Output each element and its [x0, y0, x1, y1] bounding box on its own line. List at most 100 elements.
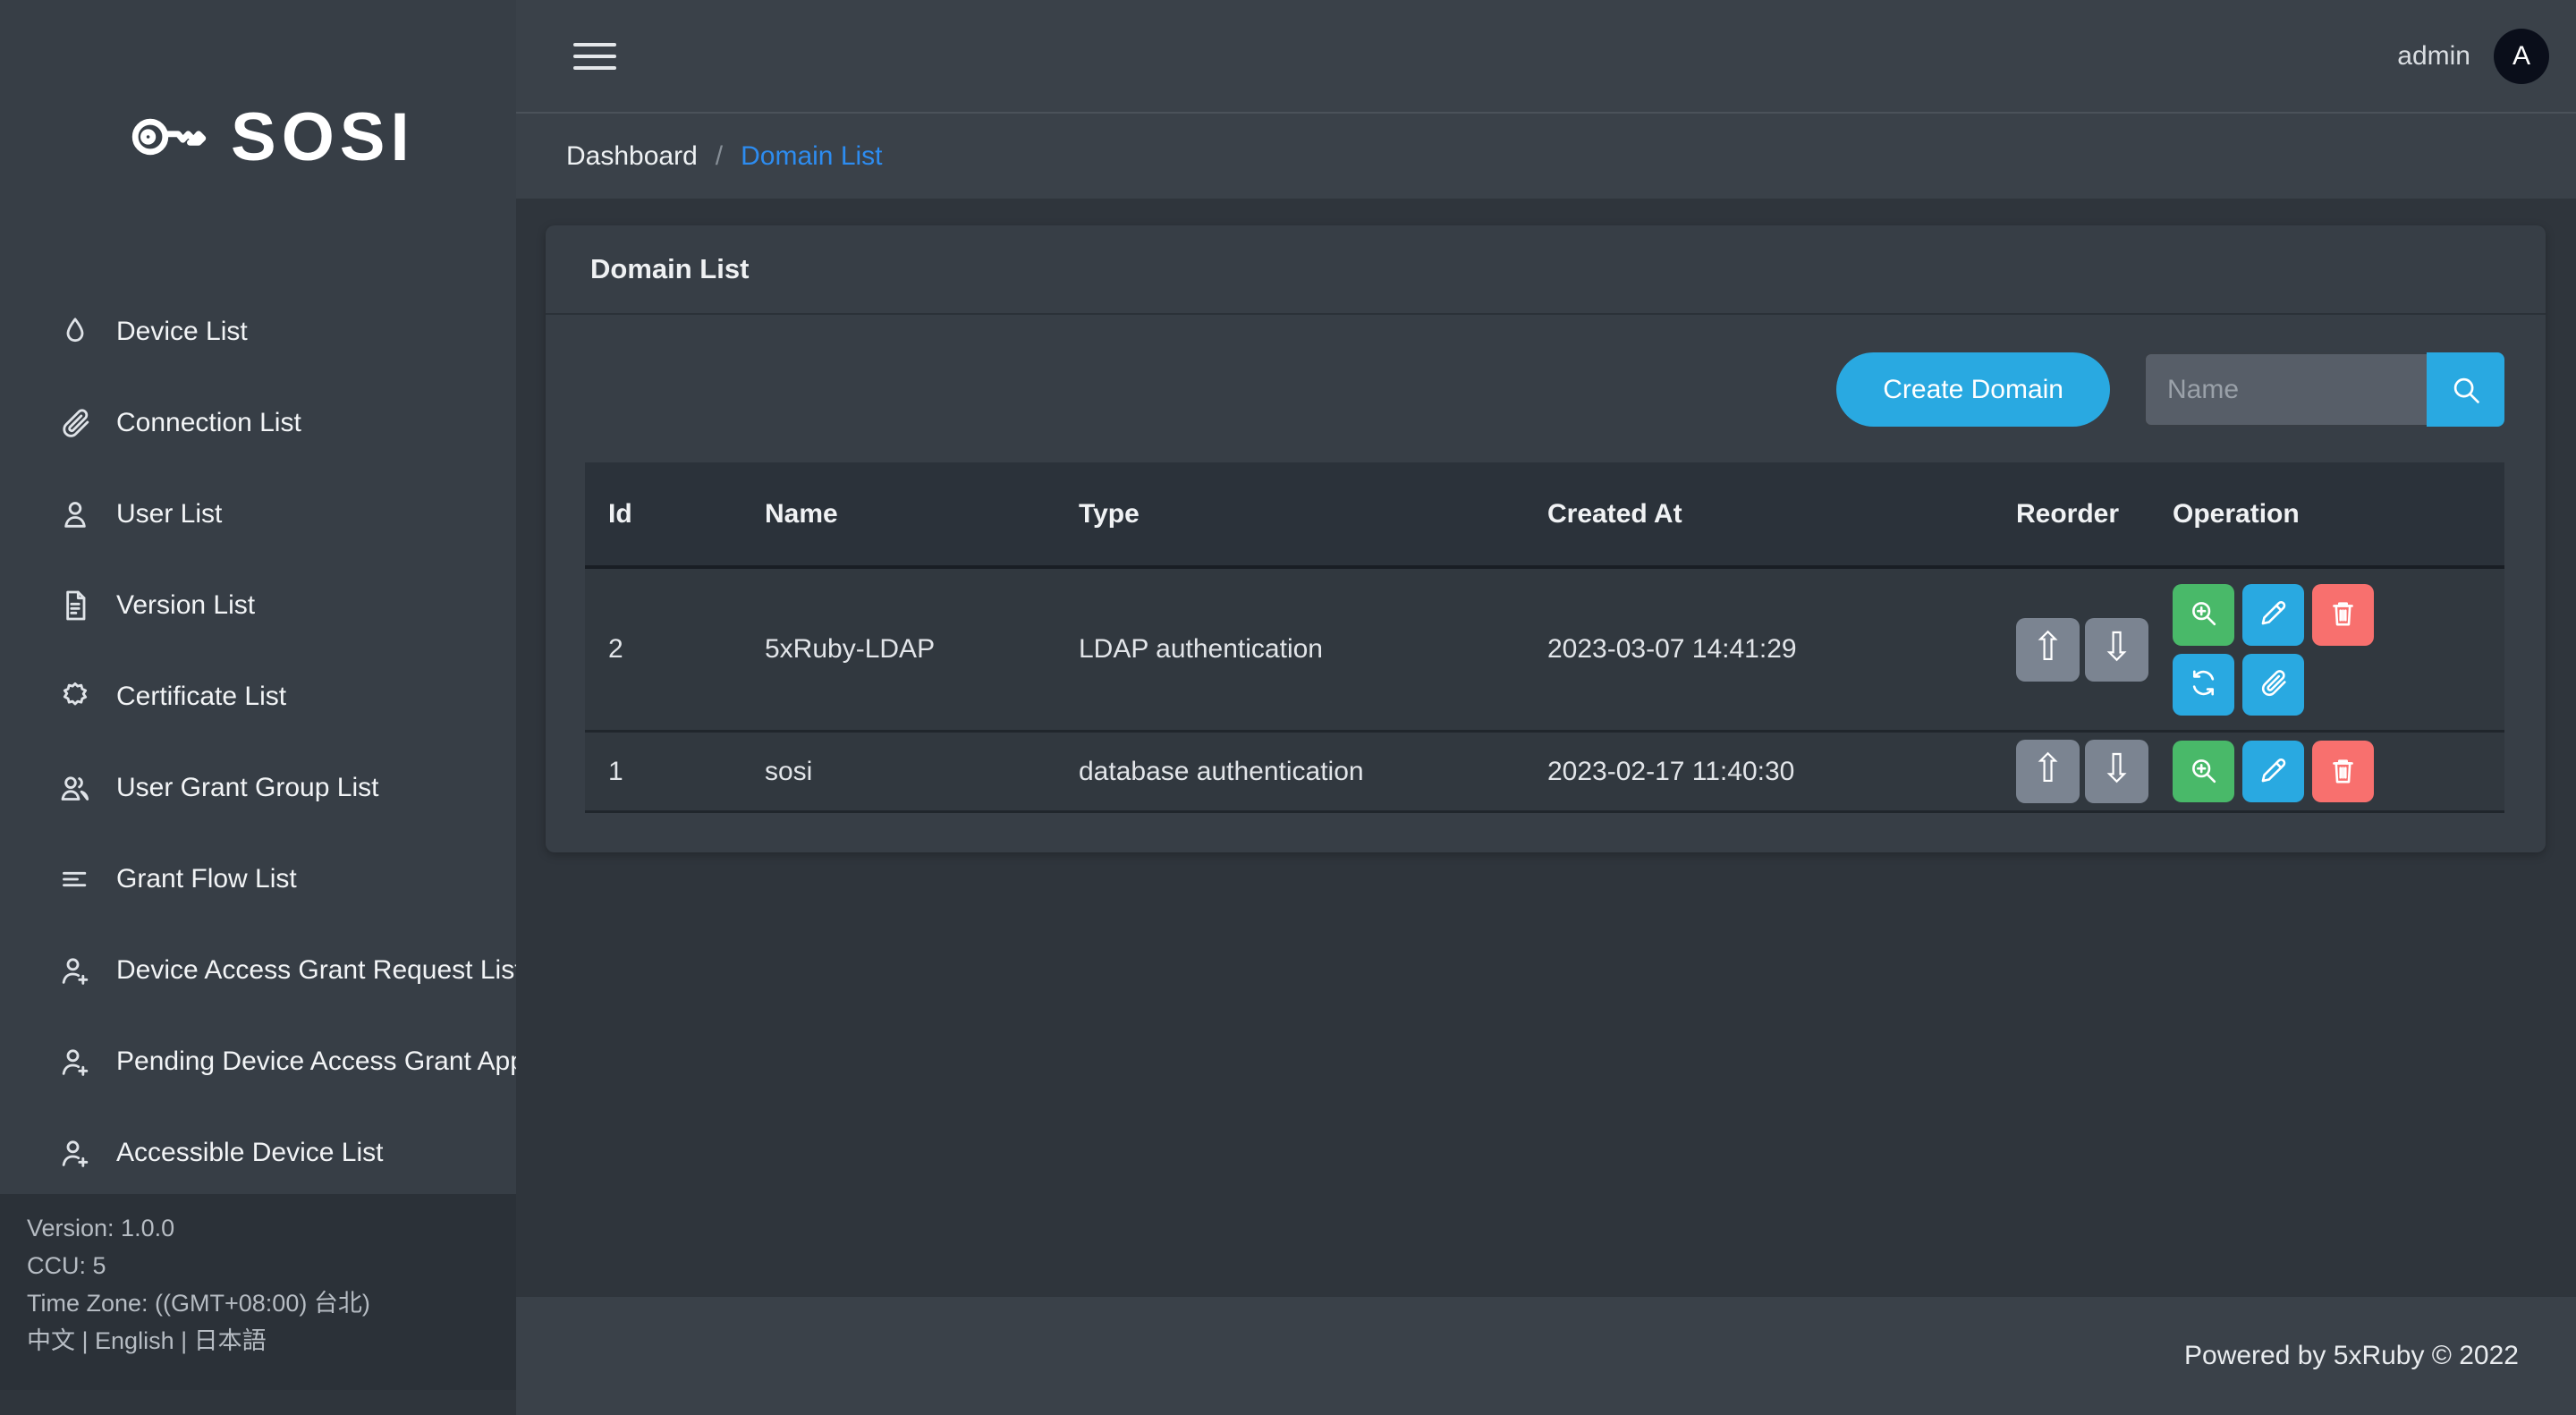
- zoom-in-icon: [2187, 754, 2220, 790]
- breadcrumb: Dashboard / Domain List: [516, 114, 2576, 199]
- column-header-name: Name: [741, 499, 1055, 530]
- sidebar-item-accessible-device-list[interactable]: Accessible Device List: [0, 1107, 516, 1199]
- document-icon: [57, 588, 93, 623]
- breadcrumb-dashboard[interactable]: Dashboard: [566, 141, 698, 172]
- trash-icon: [2326, 597, 2360, 632]
- language-switcher: 中文 | English | 日本語: [27, 1322, 510, 1360]
- sidebar-item-label: Connection List: [116, 408, 301, 438]
- cell-id: 1: [585, 757, 741, 787]
- flow-icon: [57, 861, 93, 897]
- sidebar-item-pending-device-access-grant-approval-list[interactable]: Pending Device Access Grant Approval Lis…: [0, 1016, 516, 1107]
- sidebar-item-certificate-list[interactable]: Certificate List: [0, 651, 516, 742]
- trash-icon: [2326, 754, 2360, 790]
- sidebar-item-label: Device List: [116, 317, 248, 347]
- search-group: [2144, 352, 2504, 427]
- breadcrumb-separator: /: [716, 141, 723, 172]
- table-header-row: IdNameTypeCreated AtReorderOperation: [585, 462, 2504, 569]
- user-plus-icon: [57, 1044, 93, 1080]
- domain-table: IdNameTypeCreated AtReorderOperation 25x…: [585, 462, 2504, 813]
- move-down-button[interactable]: ⇩: [2085, 618, 2148, 682]
- user-name: admin: [2397, 41, 2470, 72]
- move-up-button[interactable]: ⇧: [2016, 740, 2080, 803]
- move-down-arrow-icon: ⇩: [2100, 740, 2133, 801]
- attach-button[interactable]: [2242, 654, 2304, 716]
- sidebar-item-grant-flow-list[interactable]: Grant Flow List: [0, 834, 516, 925]
- cell-type: database authentication: [1055, 757, 1524, 787]
- logo-text: SOSI: [231, 98, 415, 176]
- sidebar-item-version-list[interactable]: Version List: [0, 560, 516, 651]
- content-area: Domain List Create Domain IdNameTypeC: [516, 225, 2576, 1297]
- sidebar-item-label: Pending Device Access Grant Approval Lis…: [116, 1046, 516, 1077]
- cell-id: 2: [585, 634, 741, 665]
- user-plus-icon: [57, 1135, 93, 1171]
- app-logo[interactable]: SOSI: [125, 94, 415, 180]
- language-link-日本語[interactable]: 日本語: [194, 1327, 267, 1354]
- move-up-button[interactable]: ⇧: [2016, 618, 2080, 682]
- sidebar-item-label: Accessible Device List: [116, 1138, 383, 1168]
- domain-list-card: Domain List Create Domain IdNameTypeC: [546, 225, 2546, 852]
- sidebar-toggle-icon[interactable]: [573, 35, 618, 78]
- edit-button[interactable]: [2242, 584, 2304, 646]
- column-header-operation: Operation: [2149, 499, 2504, 530]
- sidebar-item-label: Certificate List: [116, 682, 286, 712]
- sidebar-item-user-list[interactable]: User List: [0, 469, 516, 560]
- delete-button[interactable]: [2312, 584, 2374, 646]
- sidebar-item-device-access-grant-request-list[interactable]: Device Access Grant Request List: [0, 925, 516, 1016]
- refresh-button[interactable]: [2173, 654, 2234, 716]
- attach-icon: [2257, 666, 2290, 702]
- footer-text: Powered by 5xRuby © 2022: [2184, 1341, 2519, 1371]
- sidebar-item-user-grant-group-list[interactable]: User Grant Group List: [0, 742, 516, 834]
- sidebar-item-label: Grant Flow List: [116, 864, 297, 894]
- sidebar-menu: Device List Connection List User List Versi…: [0, 286, 516, 1199]
- pencil-icon: [2257, 597, 2290, 632]
- key-icon: [125, 94, 211, 180]
- column-header-type: Type: [1055, 499, 1524, 530]
- sidebar-info-line: CCU: 5: [27, 1247, 510, 1284]
- sidebar-item-device-list[interactable]: Device List: [0, 286, 516, 377]
- zoom-in-icon: [2187, 597, 2220, 632]
- footer: Powered by 5xRuby © 2022: [516, 1297, 2576, 1415]
- create-domain-button[interactable]: Create Domain: [1836, 352, 2110, 427]
- cell-operation: [2149, 584, 2504, 716]
- table-toolbar: Create Domain: [585, 352, 2504, 427]
- sidebar-item-label: Version List: [116, 590, 255, 621]
- move-up-arrow-icon: ⇧: [2031, 618, 2064, 679]
- sidebar-info-line: Version: 1.0.0: [27, 1209, 510, 1247]
- topbar: admin A: [516, 0, 2576, 114]
- droplet-icon: [57, 314, 93, 350]
- cell-created-at: 2023-02-17 11:40:30: [1524, 757, 1993, 787]
- sidebar-item-connection-list[interactable]: Connection List: [0, 377, 516, 469]
- cell-name: sosi: [741, 757, 1055, 787]
- users-icon: [57, 770, 93, 806]
- language-link-中文[interactable]: 中文: [27, 1327, 75, 1354]
- main-area: admin A Dashboard / Domain List Domain L…: [516, 0, 2576, 1390]
- edit-button[interactable]: [2242, 741, 2304, 802]
- pencil-icon: [2257, 754, 2290, 790]
- refresh-icon: [2187, 666, 2220, 702]
- language-link-english[interactable]: English: [95, 1327, 174, 1354]
- sidebar-info: Version: 1.0.0CCU: 5Time Zone: ((GMT+08:…: [27, 1209, 510, 1360]
- sidebar: SOSI Device List Connection List User List…: [0, 0, 516, 1390]
- cell-type: LDAP authentication: [1055, 634, 1524, 665]
- delete-button[interactable]: [2312, 741, 2374, 802]
- table-row-domain-1: 1sosidatabase authentication2023-02-17 1…: [585, 733, 2504, 813]
- zoom-in-button[interactable]: [2173, 741, 2234, 802]
- cell-reorder: ⇧⇩: [1993, 740, 2149, 803]
- paperclip-icon: [57, 405, 93, 441]
- user-icon: [57, 496, 93, 532]
- breadcrumb-domain-list[interactable]: Domain List: [741, 141, 882, 172]
- user-plus-icon: [57, 953, 93, 988]
- search-input[interactable]: [2144, 352, 2427, 427]
- search-button[interactable]: [2427, 352, 2504, 427]
- certificate-icon: [57, 679, 93, 715]
- sidebar-item-label: Device Access Grant Request List: [116, 955, 516, 986]
- cell-reorder: ⇧⇩: [1993, 618, 2149, 682]
- move-up-arrow-icon: ⇧: [2031, 740, 2064, 801]
- avatar[interactable]: A: [2494, 29, 2549, 84]
- table-row-domain-2: 25xRuby-LDAPLDAP authentication2023-03-0…: [585, 569, 2504, 733]
- column-header-reorder: Reorder: [1993, 499, 2149, 530]
- zoom-in-button[interactable]: [2173, 584, 2234, 646]
- column-header-created-at: Created At: [1524, 499, 1993, 530]
- cell-name: 5xRuby-LDAP: [741, 634, 1055, 665]
- move-down-button[interactable]: ⇩: [2085, 740, 2148, 803]
